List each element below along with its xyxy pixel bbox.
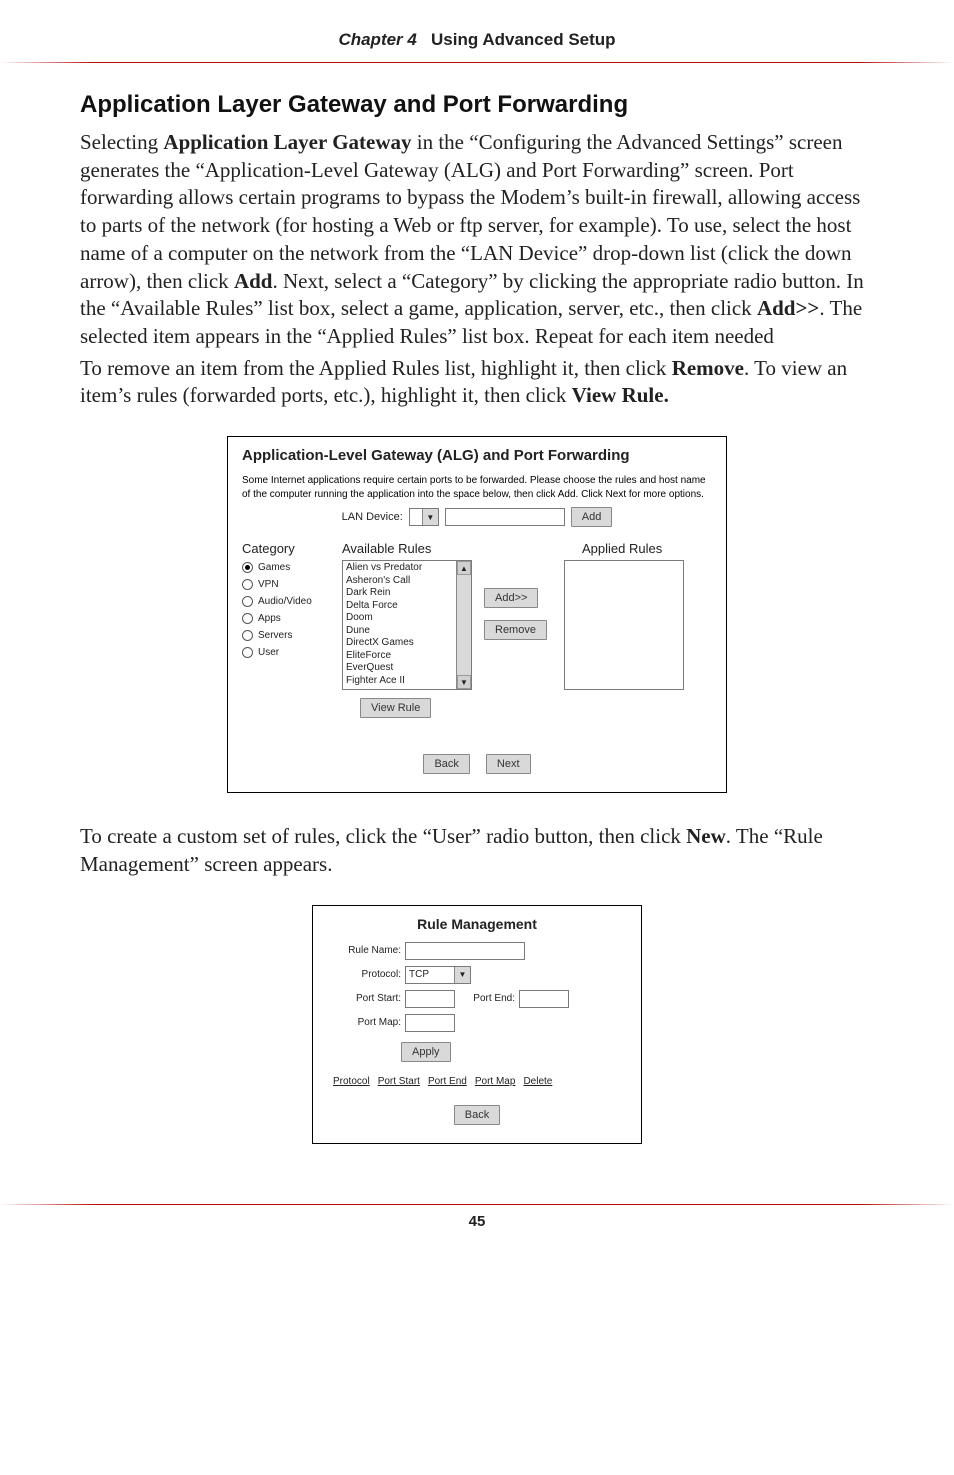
page-header: Chapter 4 Using Advanced Setup xyxy=(0,30,954,62)
radio-audio-video[interactable]: Audio/Video xyxy=(242,596,336,607)
list-item[interactable]: Asheron's Call xyxy=(346,575,453,588)
col-port-end: Port End xyxy=(428,1076,467,1087)
add-lan-button[interactable]: Add xyxy=(571,507,613,527)
scroll-down-icon[interactable]: ▼ xyxy=(457,675,471,689)
radio-dot-icon xyxy=(242,579,253,590)
applied-rules-header: Applied Rules xyxy=(582,541,712,556)
radio-dot-icon xyxy=(242,647,253,658)
col-delete: Delete xyxy=(523,1076,552,1087)
protocol-select[interactable]: TCP ▼ xyxy=(405,966,471,984)
list-item[interactable]: Dune xyxy=(346,625,453,638)
body-paragraph-3: To create a custom set of rules, click t… xyxy=(80,823,874,878)
radio-label: Audio/Video xyxy=(258,596,312,607)
protocol-label: Protocol: xyxy=(331,969,401,980)
list-item[interactable]: Dark Rein xyxy=(346,587,453,600)
rule-name-input[interactable] xyxy=(405,942,525,960)
smallcaps-text: LAN xyxy=(470,241,513,265)
bold-text: Add>> xyxy=(757,296,819,320)
radio-dot-icon xyxy=(242,596,253,607)
chapter-label: Chapter 4 xyxy=(338,30,416,49)
col-protocol: Protocol xyxy=(333,1076,370,1087)
scroll-up-icon[interactable]: ▲ xyxy=(457,561,471,575)
next-button[interactable]: Next xyxy=(486,754,531,774)
list-item[interactable]: EverQuest xyxy=(346,662,453,675)
protocol-value: TCP xyxy=(406,967,454,983)
rule-table-header: Protocol Port Start Port End Port Map De… xyxy=(327,1076,627,1087)
radio-label: Apps xyxy=(258,613,281,624)
back-button[interactable]: Back xyxy=(454,1105,500,1125)
available-rules-listbox[interactable]: Alien vs Predator Asheron's Call Dark Re… xyxy=(342,560,472,690)
lan-device-input[interactable] xyxy=(445,508,565,526)
radio-user[interactable]: User xyxy=(242,647,336,658)
radio-label: Games xyxy=(258,562,290,573)
lan-device-select[interactable]: ▼ xyxy=(409,508,439,526)
radio-dot-icon xyxy=(242,562,253,573)
port-end-input[interactable] xyxy=(519,990,569,1008)
view-rule-button[interactable]: View Rule xyxy=(360,698,431,718)
port-start-input[interactable] xyxy=(405,990,455,1008)
footer-divider xyxy=(0,1204,954,1205)
smallcaps-text: ALG xyxy=(451,158,494,182)
list-item[interactable]: Fighter Ace II xyxy=(346,675,453,688)
bold-text: Remove xyxy=(672,356,744,380)
panel-title: Rule Management xyxy=(327,916,627,932)
bold-text: View Rule. xyxy=(572,383,669,407)
list-item[interactable]: EliteForce xyxy=(346,650,453,663)
scrollbar[interactable]: ▲ ▼ xyxy=(456,561,471,689)
available-rules-header: Available Rules xyxy=(342,541,582,556)
col-port-map: Port Map xyxy=(475,1076,516,1087)
category-header: Category xyxy=(242,541,342,556)
radio-vpn[interactable]: VPN xyxy=(242,579,336,590)
transfer-buttons: Add>> Remove xyxy=(478,560,558,690)
section-heading: Application Layer Gateway and Port Forwa… xyxy=(80,91,874,119)
radio-label: VPN xyxy=(258,579,279,590)
bold-text: Application Layer Gateway xyxy=(163,130,411,154)
radio-apps[interactable]: Apps xyxy=(242,613,336,624)
panel-title: Application-Level Gateway (ALG) and Port… xyxy=(242,447,712,464)
radio-dot-icon xyxy=(242,613,253,624)
chevron-down-icon: ▼ xyxy=(422,509,438,525)
radio-servers[interactable]: Servers xyxy=(242,630,336,641)
alg-panel: Application-Level Gateway (ALG) and Port… xyxy=(227,436,727,793)
lan-device-row: LAN Device: ▼ Add xyxy=(242,507,712,527)
column-headers: Category Available Rules Applied Rules xyxy=(242,541,712,556)
rule-management-panel: Rule Management Rule Name: Protocol: TCP… xyxy=(312,905,642,1144)
category-list: Games VPN Audio/Video Apps Servers User xyxy=(242,560,336,690)
text: To create a custom set of rules, click t… xyxy=(80,824,686,848)
rule-name-label: Rule Name: xyxy=(331,945,401,956)
radio-games[interactable]: Games xyxy=(242,562,336,573)
apply-button[interactable]: Apply xyxy=(401,1042,451,1062)
port-end-label: Port End: xyxy=(459,993,515,1004)
bold-text: New xyxy=(686,824,726,848)
chevron-down-icon: ▼ xyxy=(454,967,470,983)
col-port-start: Port Start xyxy=(378,1076,420,1087)
lan-device-label: LAN Device: xyxy=(342,511,403,523)
radio-label: User xyxy=(258,647,279,658)
bold-text: Add xyxy=(234,269,273,293)
radio-dot-icon xyxy=(242,630,253,641)
port-start-label: Port Start: xyxy=(331,993,401,1004)
add-rule-button[interactable]: Add>> xyxy=(484,588,538,608)
chapter-title: Using Advanced Setup xyxy=(431,30,616,49)
text: Selecting xyxy=(80,130,163,154)
list-item[interactable]: Alien vs Predator xyxy=(346,562,453,575)
list-item[interactable]: Doom xyxy=(346,612,453,625)
body-paragraph-1: Selecting Application Layer Gateway in t… xyxy=(80,129,874,351)
port-map-label: Port Map: xyxy=(331,1017,401,1028)
list-item[interactable]: Delta Force xyxy=(346,600,453,613)
text: To remove an item from the Applied Rules… xyxy=(80,356,672,380)
panel-intro: Some Internet applications require certa… xyxy=(242,474,712,501)
remove-rule-button[interactable]: Remove xyxy=(484,620,547,640)
list-item[interactable]: DirectX Games xyxy=(346,637,453,650)
page-number: 45 xyxy=(0,1213,954,1230)
port-map-input[interactable] xyxy=(405,1014,455,1032)
header-divider xyxy=(0,62,954,63)
radio-label: Servers xyxy=(258,630,292,641)
body-paragraph-2: To remove an item from the Applied Rules… xyxy=(80,355,874,410)
applied-rules-listbox[interactable] xyxy=(564,560,684,690)
back-button[interactable]: Back xyxy=(423,754,469,774)
